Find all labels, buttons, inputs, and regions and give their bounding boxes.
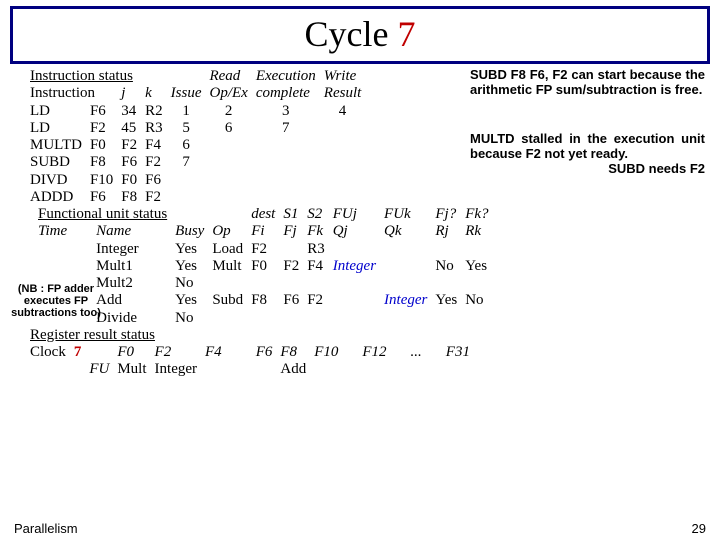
instr-status-label: Instruction status	[26, 68, 167, 85]
register-status-table: Register result status Clock 7 F0 F2 F4 …	[26, 327, 474, 379]
footer-left: Parallelism	[14, 521, 78, 536]
annotation-subd: SUBD F8 F6, F2 can start because the ari…	[470, 68, 705, 98]
slide-title: Cycle 7	[10, 6, 710, 64]
annotation-multd: MULTD stalled in the execution unit beca…	[470, 132, 705, 177]
reg-status-label: Register result status	[26, 327, 474, 344]
title-num: 7	[397, 14, 415, 54]
title-word: Cycle	[305, 14, 398, 54]
fu-status-label: Functional unit status	[34, 206, 171, 223]
instruction-status-table: Instruction status Read Execution Write …	[26, 68, 365, 206]
nb-note: (NB : FP adder executes FP subtractions …	[2, 283, 110, 319]
footer-page-number: 29	[692, 521, 706, 536]
slide-content: Instruction status Read Execution Write …	[0, 68, 720, 379]
